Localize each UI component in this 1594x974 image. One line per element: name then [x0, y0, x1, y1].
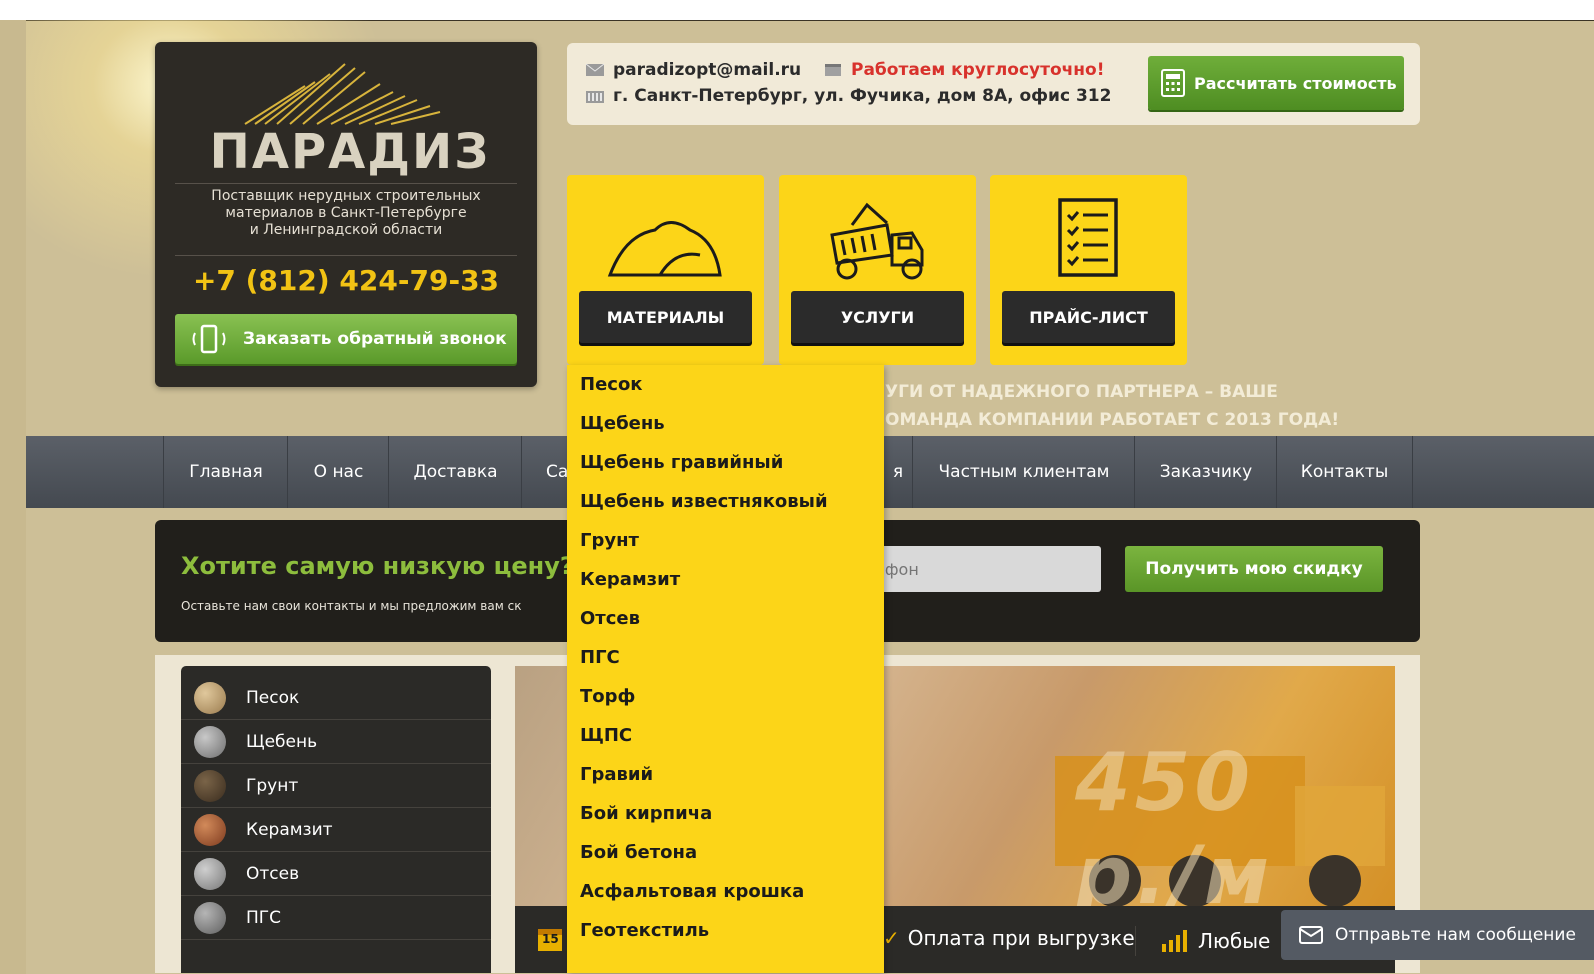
promo-subtitle: Оставьте нам свои контакты и мы предложи…	[181, 599, 522, 613]
phone-ringing-icon	[192, 324, 226, 354]
calculate-cost-button[interactable]: Рассчитать стоимость	[1148, 56, 1404, 110]
dropdown-item[interactable]: Щебень известняковый	[580, 482, 828, 521]
sidebar-item-gravel[interactable]: Щебень	[181, 720, 491, 764]
calendar-icon	[825, 64, 841, 76]
tagline-line: и Ленинградской области	[249, 222, 443, 238]
send-message-button[interactable]: Отправьте нам сообщение	[1281, 910, 1594, 960]
nav-item-delivery[interactable]: Доставка	[388, 436, 522, 508]
materials-sidebar: Песок Щебень Грунт Керамзит Отсев ПГС	[181, 666, 491, 973]
dropdown-item[interactable]: ПГС	[580, 638, 620, 677]
banner-price: 450 р./м	[1075, 736, 1274, 922]
email-line: paradizopt@mail.ru	[585, 60, 801, 80]
callback-button[interactable]: Заказать обратный звонок	[175, 314, 517, 364]
logo-divider	[175, 255, 517, 256]
dropdown-item[interactable]: Асфальтовая крошка	[580, 872, 804, 911]
get-discount-button[interactable]: Получить мою скидку	[1125, 546, 1383, 592]
any-text: Любые	[1198, 929, 1271, 953]
sidebar-item-label: Отсев	[246, 863, 300, 884]
tile-services[interactable]: УСЛУГИ	[779, 175, 976, 365]
nav-item-home[interactable]: Главная	[163, 436, 288, 508]
strip-payment: ✓ Оплата при выгрузке	[883, 926, 1135, 950]
address-line: г. Санкт-Петербург, ул. Фучика, дом 8А, …	[585, 86, 1111, 106]
tile-materials-button[interactable]: МАТЕРИАЛЫ	[579, 291, 752, 343]
dropdown-item[interactable]: Грунт	[580, 521, 639, 560]
tagline-line: материалов в Санкт-Петербурге	[225, 205, 467, 221]
dropdown-item[interactable]: Геотекстиль	[580, 911, 709, 950]
address-text: г. Санкт-Петербург, ул. Фучика, дом 8А, …	[613, 86, 1112, 106]
gravel-thumbnail	[194, 725, 226, 758]
pgs-thumbnail	[194, 901, 226, 934]
logo-divider	[175, 183, 517, 184]
sidebar-item-pgs[interactable]: ПГС	[181, 896, 491, 940]
logo-panel: ПАРАДИЗ Поставщик нерудных строительных …	[155, 42, 537, 387]
tile-price-list-button[interactable]: ПРАЙС-ЛИСТ	[1002, 291, 1175, 343]
nav-item-private-clients[interactable]: Частным клиентам	[912, 436, 1135, 508]
dropdown-item[interactable]: Бой кирпича	[580, 794, 712, 833]
mountain-logo-icon	[244, 63, 441, 125]
claydite-thumbnail	[194, 813, 226, 846]
tagline-line: Поставщик нерудных строительных	[211, 188, 481, 204]
strip-any: Любые	[1135, 926, 1270, 956]
dropdown-item[interactable]: Щебень гравийный	[580, 443, 783, 482]
hours-text: Работаем круглосуточно!	[851, 60, 1105, 80]
envelope-icon	[1299, 926, 1323, 944]
dropdown-item[interactable]: Песок	[580, 365, 643, 404]
contact-box: paradizopt@mail.ru Работаем круглосуточн…	[567, 43, 1420, 125]
send-message-label: Отправьте нам сообщение	[1335, 925, 1576, 945]
envelope-icon	[585, 63, 605, 76]
materials-dropdown: Песок Щебень Щебень гравийный Щебень изв…	[567, 365, 884, 973]
calendar-day: 15	[542, 932, 559, 946]
dropdown-item[interactable]: Щебень	[580, 404, 665, 443]
nav-item-contacts[interactable]: Контакты	[1276, 436, 1413, 508]
logo-wordmark: ПАРАДИЗ	[209, 124, 491, 180]
sidebar-item-claydite[interactable]: Керамзит	[181, 808, 491, 852]
building-icon	[586, 91, 604, 103]
tile-price-list[interactable]: ПРАЙС-ЛИСТ	[990, 175, 1187, 365]
dropdown-item[interactable]: Отсев	[580, 599, 640, 638]
slogan: УГИ ОТ НАДЕЖНОГО ПАРТНЕРА – ВАШЕ ОМАНДА …	[885, 378, 1339, 434]
dropdown-item[interactable]: Керамзит	[580, 560, 680, 599]
dropdown-item[interactable]: ЩПС	[580, 716, 632, 755]
sidebar-item-label: ПГС	[246, 907, 282, 928]
pile-icon	[607, 221, 722, 277]
sidebar-item-label: Грунт	[246, 775, 299, 796]
promo-title: Хотите самую низкую цену?	[181, 552, 574, 580]
signal-bars-icon	[1162, 930, 1187, 952]
phone-input[interactable]	[865, 546, 1101, 592]
header-phone[interactable]: +7 (812) 424-79-33	[175, 264, 517, 297]
browser-top-strip	[0, 0, 1594, 20]
tile-materials[interactable]: МАТЕРИАЛЫ	[567, 175, 764, 365]
calculator-icon	[1161, 69, 1185, 97]
tile-services-button[interactable]: УСЛУГИ	[791, 291, 964, 343]
sidebar-item-label: Песок	[246, 687, 300, 708]
dropdown-item[interactable]: Гравий	[580, 755, 653, 794]
callback-label: Заказать обратный звонок	[243, 329, 507, 349]
slogan-line: УГИ ОТ НАДЕЖНОГО ПАРТНЕРА – ВАШЕ	[885, 382, 1278, 402]
nav-item-customer[interactable]: Заказчику	[1134, 436, 1277, 508]
nav-item-about[interactable]: О нас	[287, 436, 389, 508]
email-text[interactable]: paradizopt@mail.ru	[613, 60, 801, 80]
sidebar-item-soil[interactable]: Грунт	[181, 764, 491, 808]
strip-calendar: 15	[537, 926, 563, 952]
checklist-icon	[1058, 198, 1118, 277]
sand-thumbnail	[194, 681, 226, 714]
check-icon: ✓	[883, 926, 900, 950]
dropdown-item[interactable]: Бой бетона	[580, 833, 697, 872]
calculate-cost-label: Рассчитать стоимость	[1194, 73, 1397, 93]
screening-thumbnail	[194, 857, 226, 890]
sidebar-item-label: Керамзит	[246, 819, 333, 840]
sidebar-item-sand[interactable]: Песок	[181, 676, 491, 720]
sidebar-item-label: Щебень	[246, 731, 318, 752]
logo-tagline: Поставщик нерудных строительных материал…	[175, 188, 517, 239]
dump-truck-icon	[830, 202, 924, 280]
payment-text: Оплата при выгрузке	[907, 926, 1135, 950]
nav-item-partial-2[interactable]: я	[884, 436, 912, 508]
dropdown-item[interactable]: Торф	[580, 677, 635, 716]
soil-thumbnail	[194, 769, 226, 802]
hours-line: Работаем круглосуточно!	[823, 60, 1105, 80]
sidebar-item-screening[interactable]: Отсев	[181, 852, 491, 896]
slogan-line: ОМАНДА КОМПАНИИ РАБОТАЕТ С 2013 ГОДА!	[885, 410, 1340, 430]
